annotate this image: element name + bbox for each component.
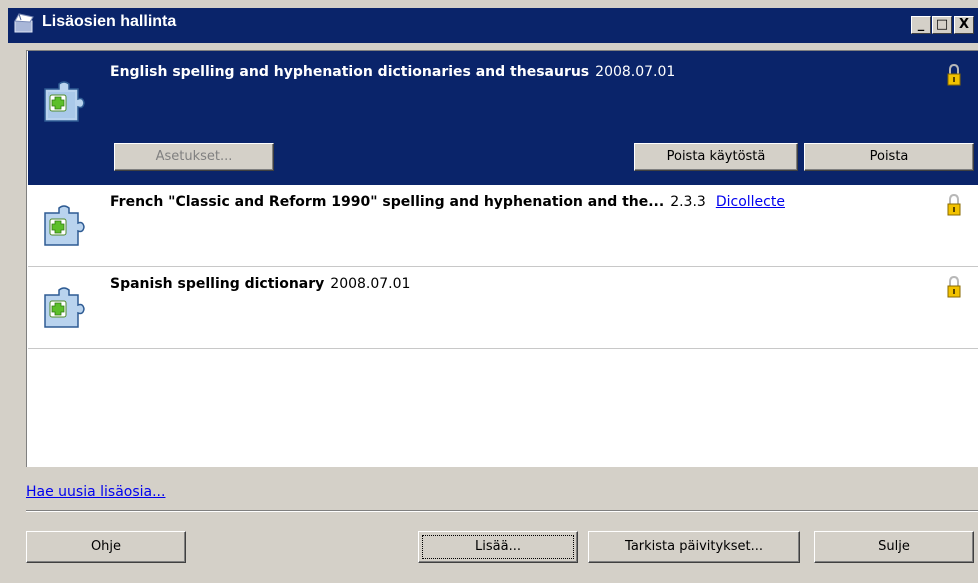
extension-version: 2008.07.01 bbox=[330, 276, 411, 292]
window-title: Lisäosien hallinta bbox=[42, 13, 177, 30]
extension-name: French "Classic and Reform 1990" spellin… bbox=[110, 194, 665, 210]
disable-button[interactable]: Poista käytöstä bbox=[634, 143, 798, 171]
puzzle-piece-icon bbox=[44, 81, 85, 122]
app-icon bbox=[14, 13, 34, 33]
extension-item-spanish[interactable]: Spanish spelling dictionary 2008.07.01 bbox=[28, 267, 978, 349]
footer-separator bbox=[26, 510, 978, 512]
extension-title-line: English spelling and hyphenation diction… bbox=[110, 64, 675, 80]
check-updates-button[interactable]: Tarkista päivitykset... bbox=[588, 531, 800, 563]
extension-list[interactable]: English spelling and hyphenation diction… bbox=[26, 50, 978, 467]
title-bar[interactable]: Lisäosien hallinta _ □ X bbox=[8, 8, 978, 43]
extension-title-line: French "Classic and Reform 1990" spellin… bbox=[110, 194, 785, 210]
extension-name: English spelling and hyphenation diction… bbox=[110, 64, 590, 80]
maximize-button[interactable]: □ bbox=[932, 16, 952, 34]
puzzle-piece-icon bbox=[44, 205, 85, 246]
help-button[interactable]: Ohje bbox=[26, 531, 186, 563]
extension-version: 2.3.3 bbox=[670, 194, 706, 210]
lock-icon bbox=[947, 64, 961, 86]
lock-icon bbox=[947, 276, 961, 298]
close-dialog-button[interactable]: Sulje bbox=[814, 531, 974, 563]
extension-manager-window: Lisäosien hallinta _ □ X English spellin… bbox=[0, 0, 978, 583]
get-more-extensions-link[interactable]: Hae uusia lisäosia... bbox=[26, 484, 165, 500]
options-button[interactable]: Asetukset... bbox=[114, 143, 274, 171]
lock-icon bbox=[947, 194, 961, 216]
minimize-button[interactable]: _ bbox=[911, 16, 931, 34]
remove-button[interactable]: Poista bbox=[804, 143, 974, 171]
extension-version: 2008.07.01 bbox=[595, 64, 676, 80]
close-button[interactable]: X bbox=[954, 16, 974, 34]
extension-item-english[interactable]: English spelling and hyphenation diction… bbox=[28, 51, 978, 185]
extension-title-line: Spanish spelling dictionary 2008.07.01 bbox=[110, 276, 410, 292]
add-button[interactable]: Lisää... bbox=[418, 531, 578, 563]
extension-item-french[interactable]: French "Classic and Reform 1990" spellin… bbox=[28, 185, 978, 267]
publisher-link[interactable]: Dicollecte bbox=[716, 194, 785, 210]
puzzle-piece-icon bbox=[44, 287, 85, 328]
extension-name: Spanish spelling dictionary bbox=[110, 276, 325, 292]
